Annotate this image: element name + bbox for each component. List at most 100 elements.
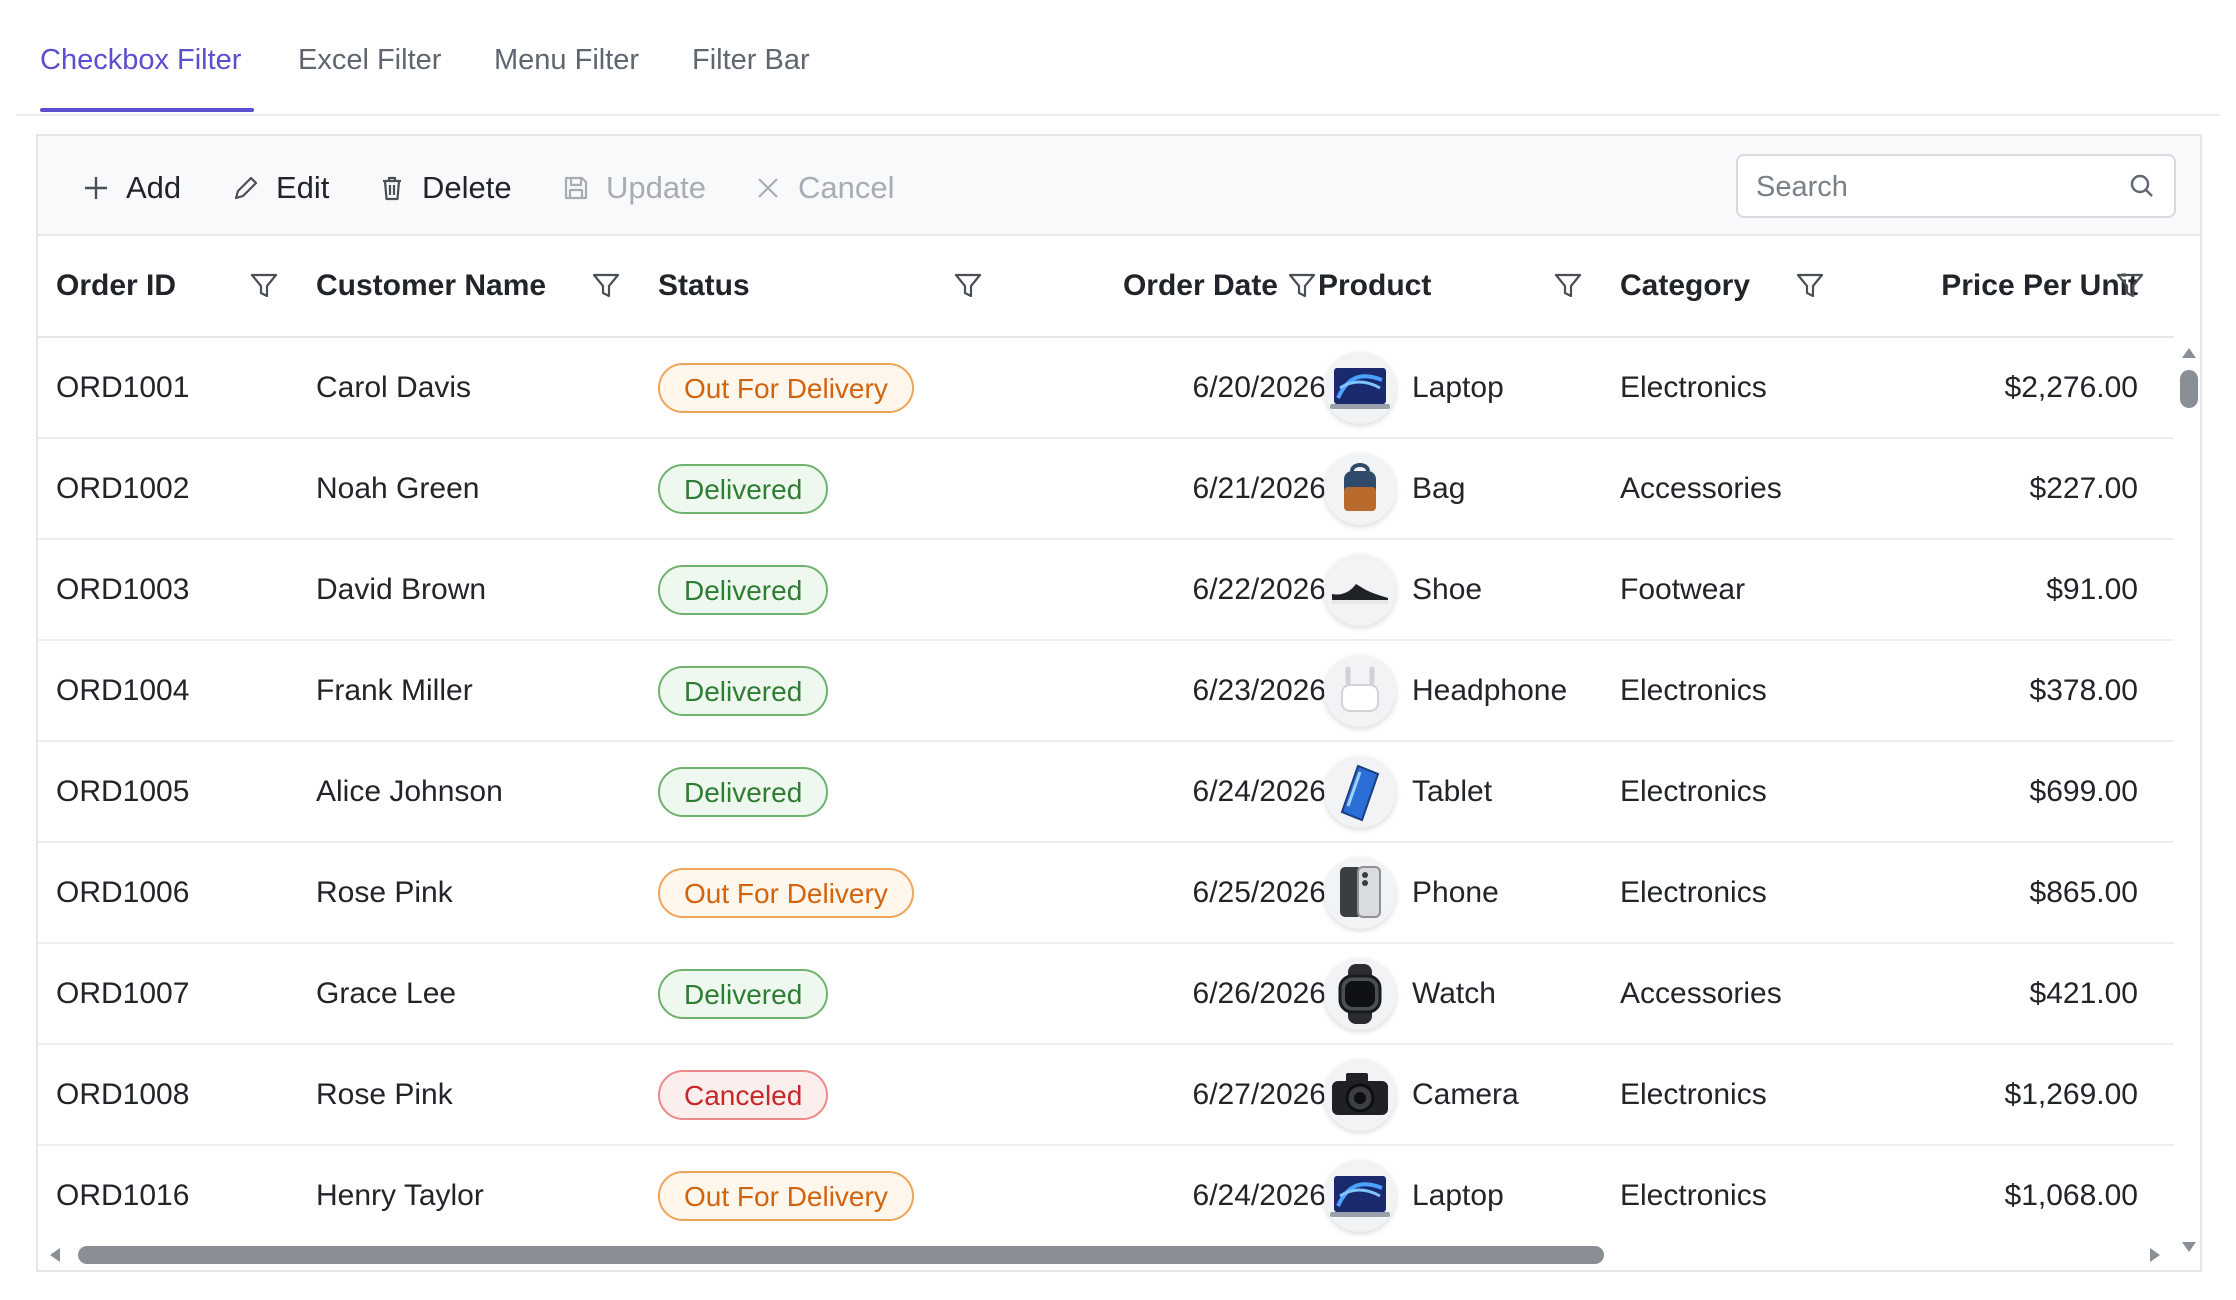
customer-name-cell: Rose Pink	[316, 1077, 453, 1111]
tab-excel-filter[interactable]: Excel Filter	[298, 44, 441, 77]
filter-icon[interactable]	[1286, 270, 1318, 302]
edit-button[interactable]: Edit	[230, 168, 329, 208]
active-tab-indicator	[40, 108, 254, 112]
product-cell: Phone	[1324, 843, 1499, 942]
table-row[interactable]: ORD1004 Frank Miller Delivered 6/23/2026…	[38, 641, 2174, 742]
scroll-left-arrow-icon[interactable]	[48, 1246, 62, 1264]
table-row[interactable]: ORD1002 Noah Green Delivered 6/21/2026 B…	[38, 439, 2174, 540]
order-id-cell: ORD1004	[56, 673, 190, 707]
update-button[interactable]: Update	[560, 168, 706, 208]
table-row[interactable]: ORD1006 Rose Pink Out For Delivery 6/25/…	[38, 843, 2174, 944]
price-cell: $699.00	[2029, 774, 2138, 808]
customer-name-cell: Henry Taylor	[316, 1178, 484, 1212]
price-cell: $1,269.00	[2004, 1077, 2138, 1111]
table-row[interactable]: ORD1016 Henry Taylor Out For Delivery 6/…	[38, 1146, 2174, 1247]
product-name: Watch	[1412, 976, 1496, 1010]
tablet-image	[1324, 755, 1396, 828]
filter-icon[interactable]	[1552, 270, 1584, 302]
headphone-image	[1324, 654, 1396, 727]
status-badge: Delivered	[658, 463, 829, 514]
product-name: Tablet	[1412, 774, 1493, 808]
filter-icon[interactable]	[248, 270, 280, 302]
table-row[interactable]: ORD1003 David Brown Delivered 6/22/2026 …	[38, 540, 2174, 641]
vertical-scroll-thumb[interactable]	[2180, 370, 2198, 408]
product-cell: Watch	[1324, 944, 1496, 1043]
scroll-right-arrow-icon[interactable]	[2148, 1246, 2162, 1264]
product-name: Phone	[1412, 875, 1499, 909]
status-badge: Out For Delivery	[658, 362, 914, 413]
customer-name-cell: David Brown	[316, 572, 487, 606]
cancel-button[interactable]: Cancel	[752, 168, 895, 208]
tab-filter-bar[interactable]: Filter Bar	[692, 44, 810, 77]
search-input[interactable]	[1754, 156, 2118, 218]
table-row[interactable]: ORD1005 Alice Johnson Delivered 6/24/202…	[38, 742, 2174, 843]
price-cell: $865.00	[2029, 875, 2138, 909]
category-cell: Accessories	[1620, 471, 1782, 505]
scroll-down-arrow-icon[interactable]	[2180, 1240, 2198, 1254]
scroll-up-arrow-icon[interactable]	[2180, 346, 2198, 360]
category-cell: Electronics	[1620, 1178, 1767, 1212]
filter-icon[interactable]	[2114, 270, 2146, 302]
customer-name-cell: Noah Green	[316, 471, 480, 505]
horizontal-scrollbar[interactable]	[38, 1236, 2174, 1270]
order-date-cell: 6/23/2026	[1192, 673, 1326, 707]
header-customer-name[interactable]: Customer Name	[316, 236, 546, 336]
header-category[interactable]: Category	[1620, 236, 1750, 336]
vertical-scrollbar[interactable]	[2174, 338, 2200, 1270]
header-order-date[interactable]: Order Date	[1094, 236, 1278, 336]
category-cell: Accessories	[1620, 976, 1782, 1010]
table-row[interactable]: ORD1008 Rose Pink Canceled 6/27/2026 Cam…	[38, 1045, 2174, 1146]
customer-name-cell: Frank Miller	[316, 673, 473, 707]
save-icon	[564, 176, 588, 200]
camera-image	[1324, 1058, 1396, 1131]
customer-name-cell: Rose Pink	[316, 875, 453, 909]
status-badge: Delivered	[658, 564, 829, 615]
search-icon[interactable]	[2128, 172, 2156, 200]
customer-name-cell: Grace Lee	[316, 976, 457, 1010]
tab-menu-filter[interactable]: Menu Filter	[494, 44, 639, 77]
filter-icon[interactable]	[590, 270, 622, 302]
close-icon	[758, 178, 778, 198]
order-id-cell: ORD1006	[56, 875, 190, 909]
filter-icon[interactable]	[1794, 270, 1826, 302]
header-status[interactable]: Status	[658, 236, 750, 336]
delete-button[interactable]: Delete	[376, 168, 512, 208]
order-date-cell: 6/21/2026	[1192, 471, 1326, 505]
tab-checkbox-filter[interactable]: Checkbox Filter	[40, 44, 241, 77]
category-cell: Electronics	[1620, 875, 1767, 909]
customer-name-cell: Carol Davis	[316, 370, 472, 404]
product-cell: Camera	[1324, 1045, 1519, 1144]
laptop-image	[1324, 351, 1396, 424]
order-id-cell: ORD1016	[56, 1178, 190, 1212]
price-cell: $91.00	[2046, 572, 2138, 606]
table-row[interactable]: ORD1007 Grace Lee Delivered 6/26/2026 Wa…	[38, 944, 2174, 1045]
header-price-per-unit[interactable]: Price Per Unit	[1898, 236, 2138, 336]
price-cell: $2,276.00	[2004, 370, 2138, 404]
price-cell: $227.00	[2029, 471, 2138, 505]
add-button[interactable]: Add	[80, 168, 181, 208]
order-date-cell: 6/20/2026	[1192, 370, 1326, 404]
price-cell: $421.00	[2029, 976, 2138, 1010]
header-order-id[interactable]: Order ID	[56, 236, 176, 336]
table-row[interactable]: ORD1001 Carol Davis Out For Delivery 6/2…	[38, 338, 2174, 439]
watch-image	[1324, 957, 1396, 1030]
product-cell: Shoe	[1324, 540, 1482, 639]
product-cell: Laptop	[1324, 338, 1504, 437]
category-cell: Electronics	[1620, 774, 1767, 808]
header-product[interactable]: Product	[1318, 236, 1431, 336]
shoe-image	[1324, 553, 1396, 626]
grid-toolbar: Add Edit Delete Update Cancel	[38, 136, 2200, 236]
order-date-cell: 6/24/2026	[1192, 1178, 1326, 1212]
category-cell: Electronics	[1620, 673, 1767, 707]
order-date-cell: 6/26/2026	[1192, 976, 1326, 1010]
customer-name-cell: Alice Johnson	[316, 774, 503, 808]
edit-label: Edit	[276, 170, 330, 205]
filter-icon[interactable]	[952, 270, 984, 302]
search-box	[1736, 154, 2176, 218]
category-cell: Footwear	[1620, 572, 1746, 606]
status-badge: Delivered	[658, 766, 829, 817]
horizontal-scroll-thumb[interactable]	[78, 1246, 1604, 1264]
order-id-cell: ORD1005	[56, 774, 190, 808]
product-name: Laptop	[1412, 370, 1504, 404]
order-date-cell: 6/25/2026	[1192, 875, 1326, 909]
